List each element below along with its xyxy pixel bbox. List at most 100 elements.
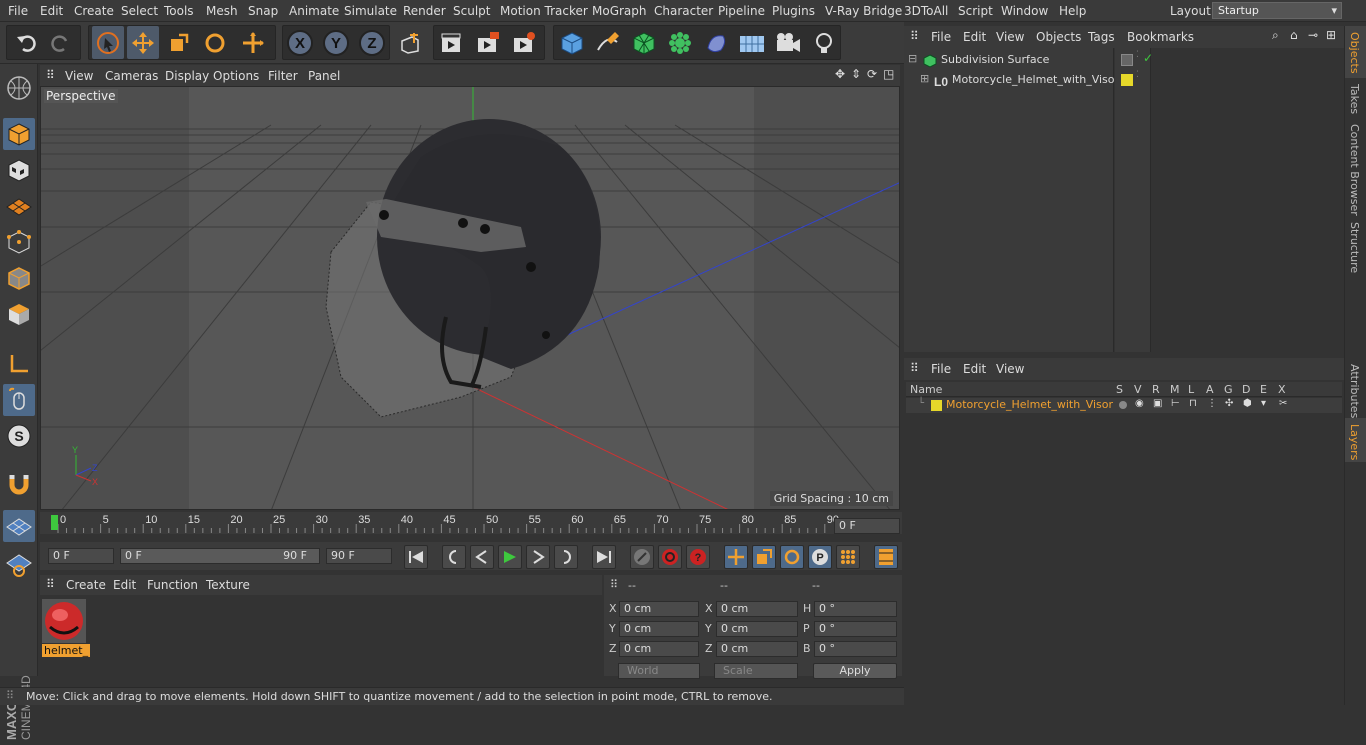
- rotation-p-field[interactable]: 0 °: [814, 621, 897, 637]
- column-manager[interactable]: M: [1170, 383, 1180, 396]
- undo-icon[interactable]: [10, 26, 42, 59]
- viewport-menu-panel[interactable]: Panel: [308, 69, 340, 83]
- apply-button[interactable]: Apply: [813, 663, 897, 679]
- go-to-start-icon[interactable]: [404, 545, 428, 569]
- mograph-cloner-icon[interactable]: [664, 26, 696, 59]
- make-editable-icon[interactable]: [3, 72, 35, 104]
- menu-tools[interactable]: Tools: [164, 4, 194, 18]
- autokey-icon[interactable]: [658, 545, 682, 569]
- floor-environment-icon[interactable]: [736, 26, 768, 59]
- menu-pipeline[interactable]: Pipeline: [718, 4, 765, 18]
- collapse-icon[interactable]: ⊟: [908, 52, 917, 65]
- column-visible[interactable]: V: [1134, 383, 1142, 396]
- home-icon[interactable]: ⌂: [1290, 28, 1298, 42]
- menu-render[interactable]: Render: [403, 4, 446, 18]
- z-axis-lock-icon[interactable]: Z: [356, 26, 388, 59]
- layer-color-icon[interactable]: [1121, 74, 1133, 86]
- snap-toggle-icon[interactable]: S: [3, 420, 35, 452]
- column-expressions[interactable]: E: [1260, 383, 1267, 396]
- points-mode-icon[interactable]: [3, 226, 35, 258]
- menu-vray-bridge[interactable]: V-Ray Bridge: [825, 4, 902, 18]
- y-axis-lock-icon[interactable]: Y: [320, 26, 352, 59]
- render-view-icon[interactable]: [436, 26, 468, 59]
- column-name[interactable]: Name: [910, 383, 942, 396]
- camera-icon[interactable]: [772, 26, 804, 59]
- column-render[interactable]: R: [1152, 383, 1160, 396]
- viewport-move-icon[interactable]: ✥: [835, 67, 845, 81]
- objects-menu-tags[interactable]: Tags: [1088, 30, 1115, 44]
- solo-toggle-icon[interactable]: [1119, 401, 1127, 409]
- layers-menu-edit[interactable]: Edit: [963, 362, 986, 376]
- menu-animate[interactable]: Animate: [289, 4, 339, 18]
- menu-select[interactable]: Select: [121, 4, 158, 18]
- planar-workplane-icon[interactable]: [3, 548, 35, 580]
- enabled-check-icon[interactable]: ✓: [1143, 51, 1153, 65]
- objects-menu-edit[interactable]: Edit: [963, 30, 986, 44]
- menu-plugins[interactable]: Plugins: [772, 4, 815, 18]
- tree-row-subdivision[interactable]: ⊟ Subdivision Surface: [904, 52, 1114, 69]
- column-solo[interactable]: S: [1116, 383, 1123, 396]
- render-picture-viewer-icon[interactable]: [472, 26, 504, 59]
- tree-row-helmet[interactable]: ⊞ L0 Motorcycle_Helmet_with_Visor: [904, 72, 1119, 89]
- viewport-menu-display[interactable]: Display: [165, 69, 209, 83]
- expand-icon[interactable]: ⊞: [920, 72, 929, 85]
- start-frame-field[interactable]: 0 F: [48, 548, 114, 564]
- position-z-field[interactable]: 0 cm: [619, 641, 699, 657]
- light-icon[interactable]: [808, 26, 840, 59]
- layer-row[interactable]: └ Motorcycle_Helmet_with_Visor ◉ ▣ ⊢ ⊓ ⋮…: [906, 398, 1342, 413]
- frame-range-slider[interactable]: 0 F 90 F: [120, 548, 320, 564]
- coordinate-system-icon[interactable]: [394, 26, 426, 59]
- size-x-field[interactable]: 0 cm: [716, 601, 798, 617]
- pen-spline-icon[interactable]: [592, 26, 624, 59]
- visibility-dots-icon[interactable]: ⁚: [1136, 50, 1139, 60]
- column-deformers[interactable]: D: [1242, 383, 1250, 396]
- texture-mode-icon[interactable]: [3, 154, 35, 186]
- current-frame-field[interactable]: 0 F: [834, 518, 900, 534]
- menu-edit[interactable]: Edit: [40, 4, 63, 18]
- keyframe-selection-icon[interactable]: ?: [686, 545, 710, 569]
- tab-content-browser[interactable]: Content Browser: [1348, 124, 1361, 216]
- objects-menu-view[interactable]: View: [996, 30, 1024, 44]
- layer-swatch-icon[interactable]: [1121, 54, 1133, 66]
- material-menu-create[interactable]: Create: [66, 578, 106, 592]
- move-tool-icon[interactable]: [127, 26, 159, 59]
- rotation-h-field[interactable]: 0 °: [814, 601, 897, 617]
- size-z-field[interactable]: 0 cm: [716, 641, 798, 657]
- size-y-field[interactable]: 0 cm: [716, 621, 798, 637]
- size-mode-select[interactable]: Scale: [714, 663, 798, 679]
- viewport-menu-options[interactable]: Options: [213, 69, 259, 83]
- xref-toggle-icon[interactable]: ✂: [1279, 398, 1287, 409]
- deformer-icon[interactable]: [700, 26, 732, 59]
- magnet-icon[interactable]: [3, 468, 35, 500]
- menu-script[interactable]: Script: [958, 4, 993, 18]
- viewport-menu-cameras[interactable]: Cameras: [105, 69, 158, 83]
- workplane-mode-icon[interactable]: [3, 190, 35, 222]
- new-window-icon[interactable]: ⊞: [1326, 28, 1336, 42]
- tab-objects[interactable]: Objects: [1348, 32, 1361, 74]
- objects-menu-file[interactable]: File: [931, 30, 951, 44]
- menu-3dtoall[interactable]: 3DToAll: [904, 4, 948, 18]
- next-key-icon[interactable]: [554, 545, 578, 569]
- menu-file[interactable]: File: [8, 4, 28, 18]
- timeline-ruler[interactable]: 0 5 10 15 20 25 30 35 40 45 50 55 60 65 70 75 80 85 90 0 F: [40, 512, 902, 534]
- material-menu-texture[interactable]: Texture: [206, 578, 250, 592]
- column-locked[interactable]: L: [1188, 383, 1194, 396]
- viewport-menu-view[interactable]: View: [65, 69, 93, 83]
- visible-toggle-icon[interactable]: ◉: [1135, 398, 1144, 409]
- objects-menu-objects[interactable]: Objects: [1036, 30, 1081, 44]
- viewport-rotate-icon[interactable]: ⟳: [867, 67, 877, 81]
- transform-tool-icon[interactable]: [237, 26, 269, 59]
- enable-axis-icon[interactable]: [3, 348, 35, 380]
- cube-primitive-icon[interactable]: [556, 26, 588, 59]
- render-toggle-icon[interactable]: ▣: [1153, 398, 1162, 409]
- column-generators[interactable]: G: [1224, 383, 1233, 396]
- workplane-lock-icon[interactable]: [3, 510, 35, 542]
- scale-tool-icon[interactable]: [163, 26, 195, 59]
- end-frame-field[interactable]: 90 F: [326, 548, 392, 564]
- position-y-field[interactable]: 0 cm: [619, 621, 699, 637]
- model-mode-icon[interactable]: [3, 118, 35, 150]
- generators-toggle-icon[interactable]: ✣: [1225, 398, 1233, 409]
- playhead-marker[interactable]: [51, 515, 58, 530]
- menu-create[interactable]: Create: [74, 4, 114, 18]
- column-xref[interactable]: X: [1278, 383, 1286, 396]
